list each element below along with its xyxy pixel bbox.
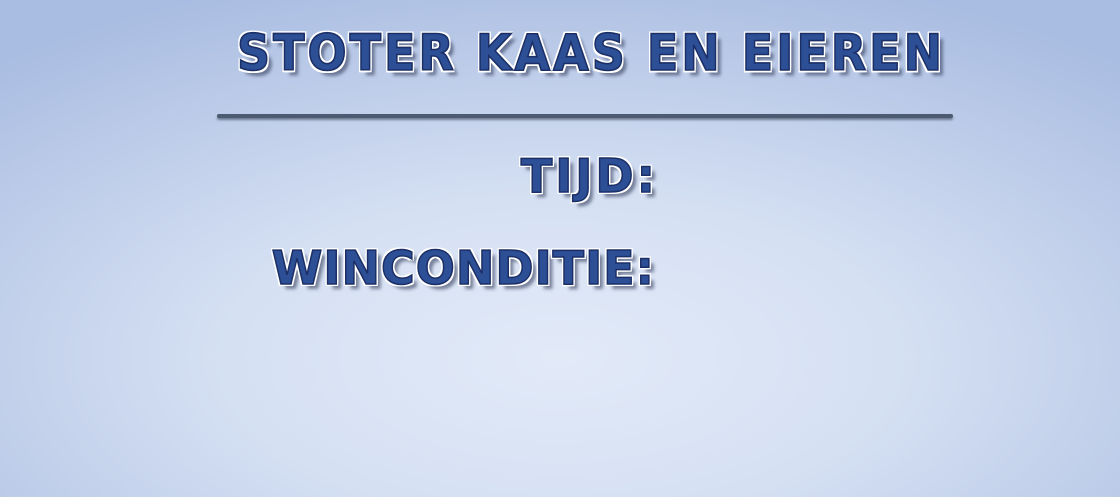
game-screen: STOTER KAAS EN EIEREN TIJD: WINCONDITIE:: [0, 0, 1120, 497]
game-title: STOTER KAAS EN EIEREN: [236, 23, 946, 82]
win-condition-label: WINCONDITIE:: [271, 241, 655, 295]
time-label: TIJD:: [520, 149, 658, 203]
title-divider: [217, 114, 953, 118]
